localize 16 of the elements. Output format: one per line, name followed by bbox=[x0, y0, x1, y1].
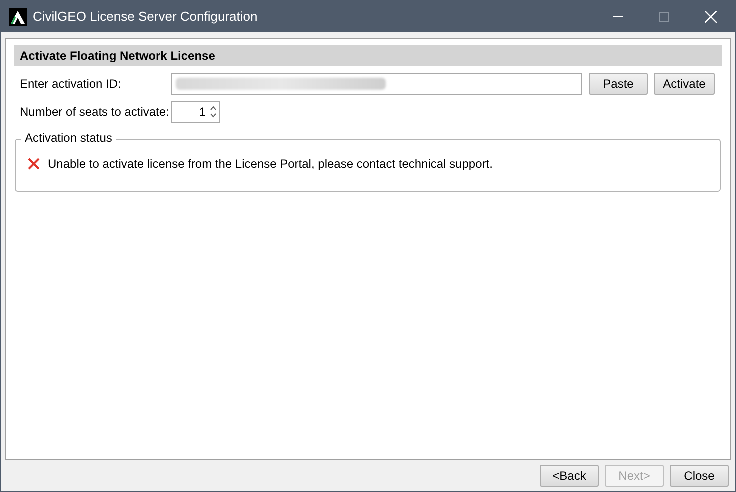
logo-icon bbox=[9, 8, 27, 26]
dialog-button[interactable]: Close bbox=[670, 465, 729, 487]
field-label: Enter activation ID: bbox=[19, 76, 122, 93]
dialog-button[interactable]: Paste bbox=[589, 73, 648, 95]
dialog-button[interactable]: Activate bbox=[654, 73, 715, 95]
dialog-button[interactable]: <Back bbox=[540, 465, 599, 487]
spinner-arrows-icon[interactable] bbox=[210, 105, 217, 119]
status-message: Unable to activate license from the License Portal, please contact technical support. bbox=[48, 156, 493, 172]
window-title: CivilGEO License Server Configuration bbox=[33, 8, 258, 26]
seats-spinbox[interactable]: 1 bbox=[171, 101, 220, 123]
group-box-title: Activation status bbox=[21, 131, 116, 145]
close-icon[interactable] bbox=[705, 10, 717, 22]
activation-id-field[interactable] bbox=[171, 73, 582, 95]
field-label: Number of seats to activate: bbox=[19, 104, 170, 121]
error-x-icon bbox=[28, 158, 40, 170]
section-title: Activate Floating Network License bbox=[20, 48, 216, 64]
